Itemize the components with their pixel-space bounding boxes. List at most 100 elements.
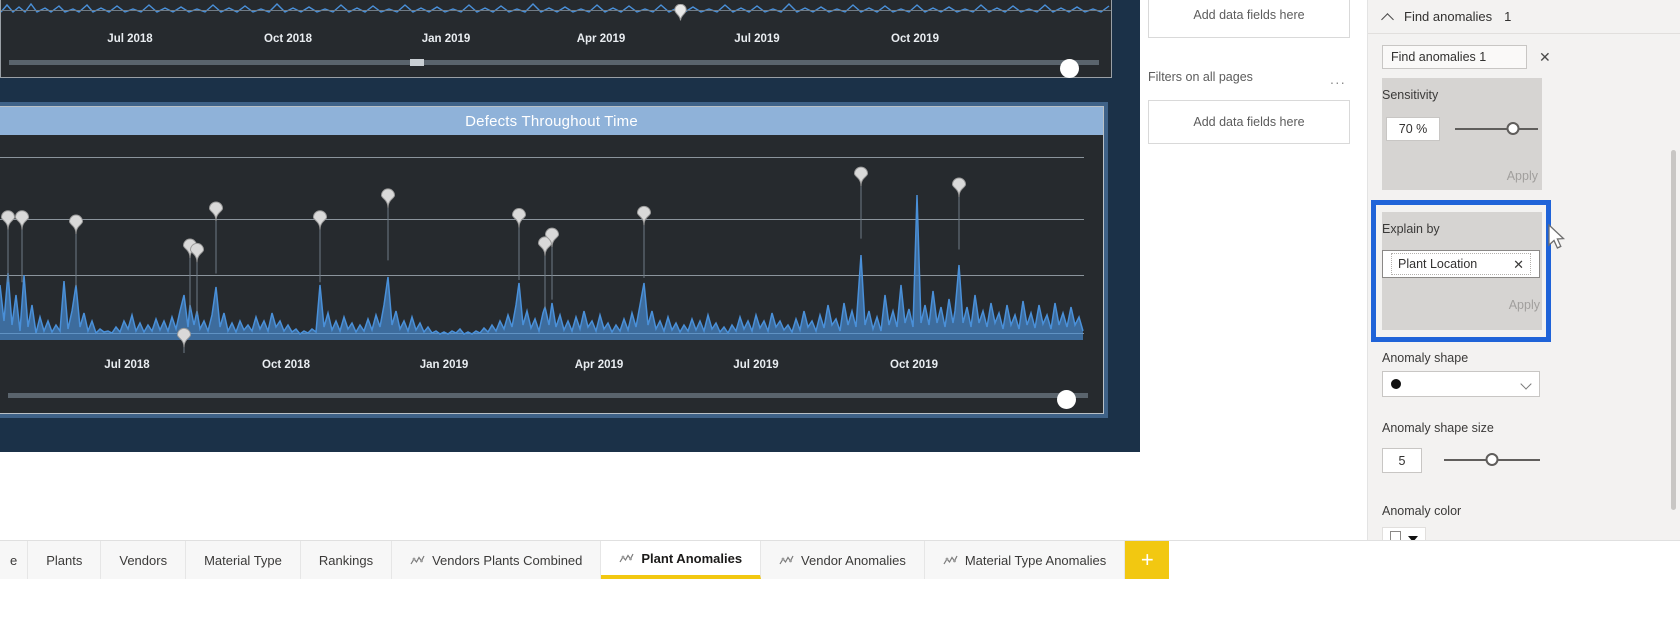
anomaly-shape-dropdown[interactable] <box>1382 371 1540 397</box>
measure-label: Find anomalies 1 <box>1391 50 1487 64</box>
anomaly-shape-size-input[interactable]: 5 <box>1382 448 1422 473</box>
page-tab-label: Rankings <box>318 552 374 568</box>
anomaly-shape-size-value: 5 <box>1398 453 1406 468</box>
visual-top-clipped[interactable]: Jul 2018 Oct 2018 Jan 2019 Apr 2019 Jul … <box>0 0 1112 78</box>
page-tab-label: Vendors Plants Combined <box>432 552 583 568</box>
remove-explain-by-field-icon[interactable]: ✕ <box>1513 258 1524 271</box>
anomaly-marker[interactable] <box>674 4 687 21</box>
visual-defects-throughout-time[interactable]: Defects Throughout Time Jul 2018 Oct 201… <box>0 106 1104 414</box>
page-tab[interactable]: Material Type Anomalies <box>924 541 1126 579</box>
anomaly-marker[interactable] <box>380 188 396 208</box>
anomaly-shape-label: Anomaly shape <box>1382 351 1469 365</box>
anomaly-page-icon <box>943 555 958 565</box>
visual-title: Defects Throughout Time <box>0 107 1103 135</box>
find-anomalies-measure-row: Find anomalies 1 ✕ <box>1382 45 1667 69</box>
visual-main-scrollbar[interactable] <box>8 393 1088 398</box>
filters-drop-zone-label: Add data fields here <box>1193 115 1305 129</box>
visual-top-axis-labels: Jul 2018 Oct 2018 Jan 2019 Apr 2019 Jul … <box>1 33 1111 49</box>
explain-by-apply-button[interactable]: Apply <box>1448 298 1540 312</box>
page-tab[interactable]: Material Type <box>186 541 301 579</box>
anomaly-marker[interactable] <box>208 201 224 222</box>
section-count: 1 <box>1504 9 1512 24</box>
anomaly-page-icon <box>619 553 634 563</box>
anomaly-marker[interactable] <box>511 208 527 228</box>
page-tabs: e Plants Vendors Material Type Rankings Vendo… <box>0 541 1170 579</box>
anomaly-color-label: Anomaly color <box>1382 504 1462 518</box>
page-tab-label: Material Type Anomalies <box>964 552 1107 568</box>
axis-tick-label: Oct 2019 <box>891 33 939 45</box>
slider-knob[interactable] <box>1506 122 1520 135</box>
anomaly-marker[interactable] <box>189 242 205 263</box>
anomaly-marker[interactable] <box>853 166 869 187</box>
visual-top-scrollbar[interactable] <box>9 60 1099 65</box>
axis-tick-label: Jan 2019 <box>419 359 469 371</box>
anomaly-marker[interactable] <box>951 177 967 198</box>
page-tab-bar: e Plants Vendors Material Type Rankings Vendo… <box>0 540 1680 620</box>
visual-top-series-clipped <box>1 0 1111 14</box>
defects-line-series <box>0 166 1084 353</box>
find-anomalies-measure-chip[interactable]: Find anomalies 1 <box>1382 45 1527 69</box>
axis-tick-label: Apr 2019 <box>576 33 626 45</box>
anomaly-marker[interactable] <box>636 205 652 226</box>
visual-main-resize-handle[interactable] <box>1057 390 1076 409</box>
axis-tick-label: Jul 2018 <box>107 33 153 45</box>
report-canvas: Jul 2018 Oct 2018 Jan 2019 Apr 2019 Jul … <box>0 0 1140 540</box>
anomaly-shape-size-label: Anomaly shape size <box>1382 421 1494 435</box>
filters-drop-zone-this-page[interactable]: Add data fields here <box>1148 0 1350 38</box>
anomaly-shape-size-slider[interactable] <box>1444 452 1540 468</box>
slider-track <box>1455 128 1538 130</box>
anomaly-marker[interactable] <box>176 327 192 348</box>
chevron-up-icon[interactable] <box>1382 11 1394 23</box>
visual-top-resize-handle[interactable] <box>1060 59 1079 78</box>
axis-tick-label: Oct 2019 <box>890 359 938 371</box>
visual-top-axis-line <box>1 10 1111 11</box>
add-page-label: + <box>1140 547 1154 572</box>
find-anomalies-section-header[interactable]: Find anomalies 1 <box>1368 0 1680 34</box>
page-tab-label: Plants <box>46 552 83 568</box>
visual-plot-area <box>0 135 1104 353</box>
page-tab[interactable]: Plants <box>28 541 102 579</box>
page-tab-label: Material Type <box>204 552 282 568</box>
explain-by-field-chip[interactable]: Plant Location ✕ <box>1382 250 1540 278</box>
sensitivity-slider[interactable] <box>1455 121 1538 137</box>
axis-tick-label: Jan 2019 <box>421 33 471 45</box>
sensitivity-label: Sensitivity <box>1382 88 1439 102</box>
page-tab[interactable]: Vendor Anomalies <box>761 541 925 579</box>
anomaly-marker[interactable] <box>0 210 16 230</box>
section-title: Find anomalies <box>1404 9 1493 24</box>
page-tab-label: Vendors <box>119 552 168 568</box>
visual-top-scroll-thumb[interactable] <box>410 59 424 66</box>
explain-by-field-name: Plant Location <box>1398 257 1478 271</box>
page-tab[interactable]: Vendors Plants Combined <box>392 541 602 579</box>
visual-top-sparkline <box>1 2 1110 14</box>
anomaly-marker[interactable] <box>14 210 30 230</box>
anomaly-page-icon <box>779 555 794 565</box>
anomaly-marker[interactable] <box>68 214 84 235</box>
anomaly-page-icon <box>410 555 425 565</box>
visual-main-axis-labels: Jul 2018 Oct 2018 Jan 2019 Apr 2019 Jul … <box>0 359 1104 375</box>
axis-tick-label: Jul 2019 <box>733 359 779 371</box>
chevron-down-icon[interactable] <box>1522 380 1531 389</box>
page-tab[interactable]: Rankings <box>300 541 393 579</box>
add-page-button[interactable]: + <box>1125 541 1170 579</box>
anomaly-marker[interactable] <box>312 210 328 230</box>
filters-drop-zone-label: Add data fields here <box>1193 8 1305 22</box>
filters-on-all-pages-label: Filters on all pages <box>1148 70 1253 84</box>
page-tab[interactable]: e <box>0 541 29 579</box>
remove-measure-icon[interactable]: ✕ <box>1539 50 1551 64</box>
filters-more-options-icon[interactable]: ... <box>1330 72 1346 86</box>
axis-tick-label: Oct 2018 <box>262 359 310 371</box>
sensitivity-input[interactable]: 70 % <box>1386 117 1440 141</box>
page-tab[interactable]: Vendors <box>101 541 187 579</box>
format-pane-scrollbar[interactable] <box>1671 150 1676 510</box>
page-tab-label: e <box>10 552 18 568</box>
analytics-format-pane: Find anomalies 1 Find anomalies 1 ✕ Sens… <box>1368 0 1680 551</box>
page-tab-label: Vendor Anomalies <box>801 552 906 568</box>
page-tab[interactable]: Plant Anomalies <box>601 541 762 579</box>
axis-tick-label: Jul 2018 <box>104 359 150 371</box>
explain-by-field-inner: Plant Location ✕ <box>1391 253 1531 275</box>
filters-drop-zone-all-pages[interactable]: Add data fields here <box>1148 100 1350 144</box>
axis-tick-label: Apr 2019 <box>574 359 624 371</box>
slider-knob[interactable] <box>1485 453 1499 466</box>
sensitivity-apply-button[interactable]: Apply <box>1448 169 1538 183</box>
